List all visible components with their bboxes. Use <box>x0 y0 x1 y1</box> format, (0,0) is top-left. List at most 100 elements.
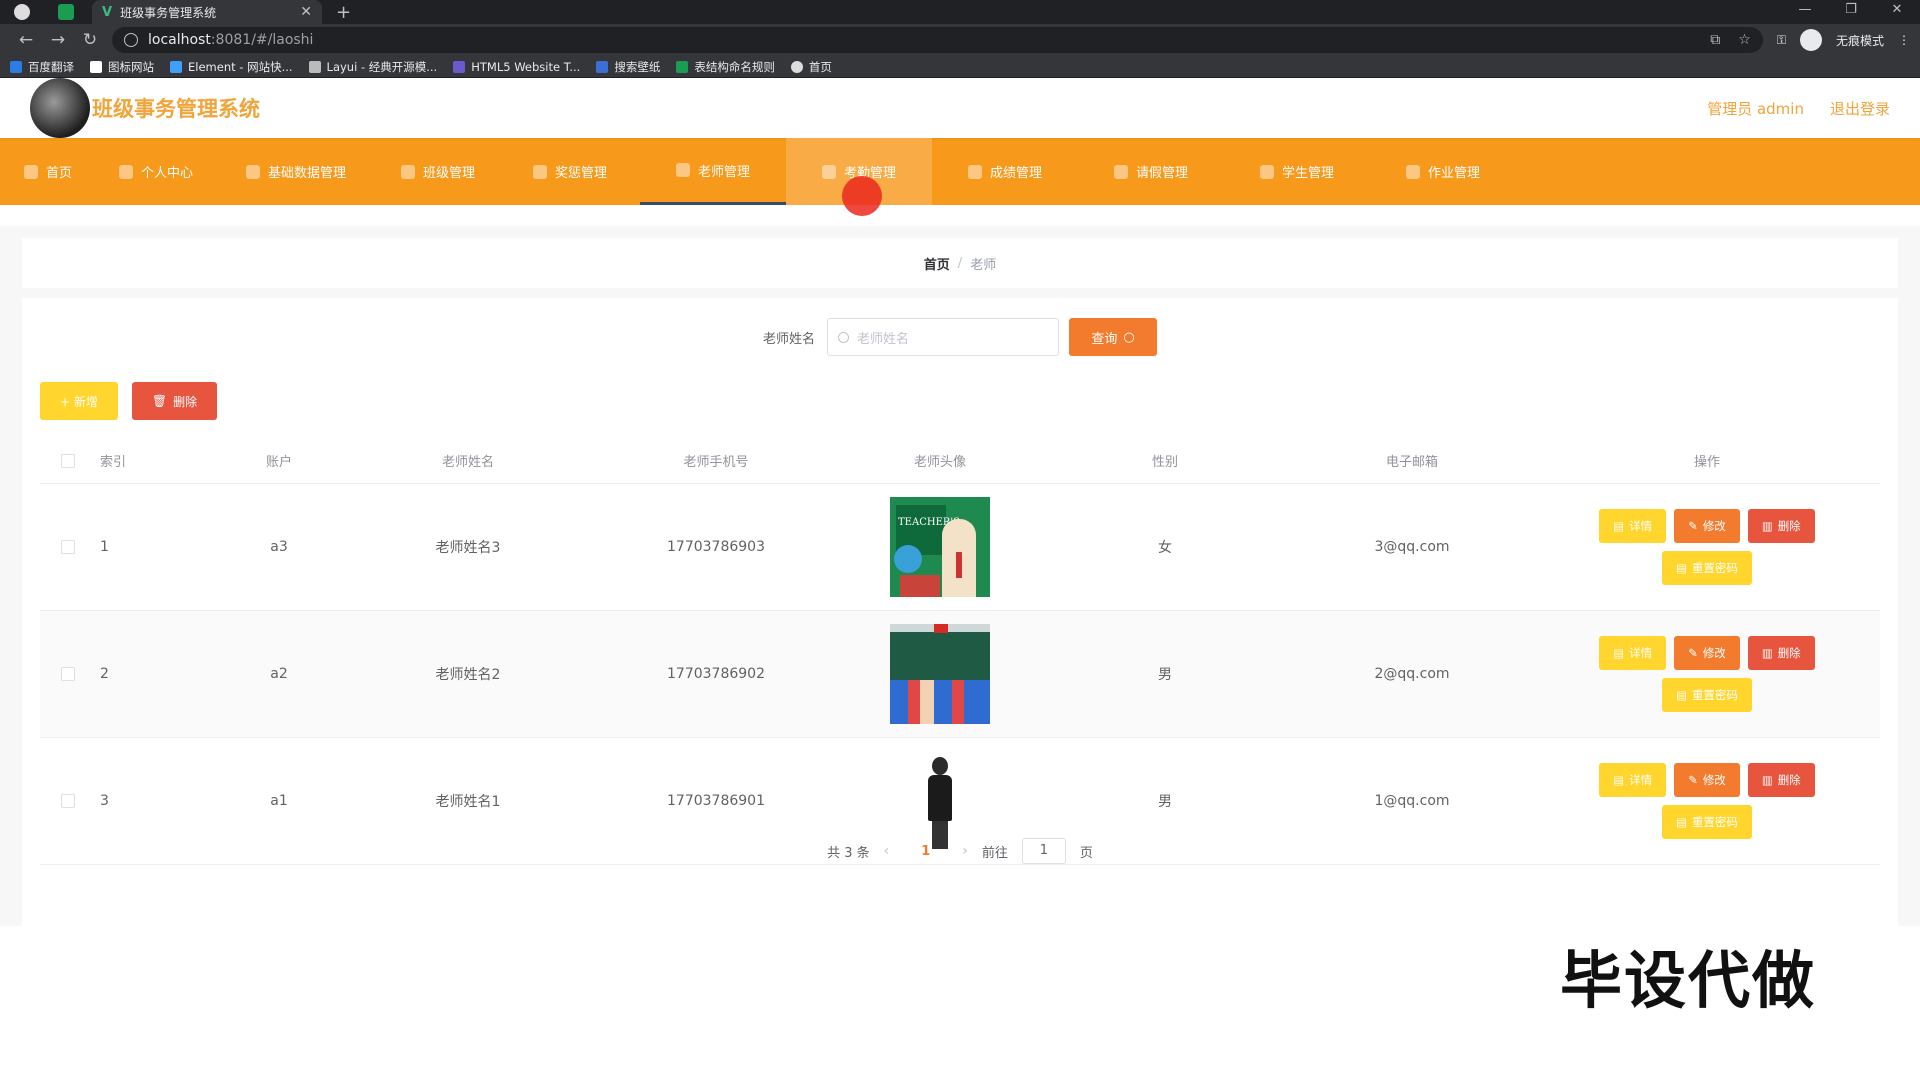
back-icon[interactable]: ← <box>10 30 42 50</box>
detail-button[interactable]: ▤ 详情 <box>1599 763 1667 797</box>
nav-item-home[interactable]: 首页 <box>0 138 96 205</box>
app-logo <box>30 78 90 138</box>
teacher-name-search-input[interactable]: 老师姓名 <box>827 318 1059 356</box>
bar-chart-icon <box>1405 164 1420 179</box>
cell-phone: 17703786901 <box>667 793 765 809</box>
nav-item-leave[interactable]: 请假管理 <box>1078 138 1224 205</box>
row-checkbox[interactable] <box>61 794 75 808</box>
nav-item-basic-data[interactable]: 基础数据管理 <box>216 138 376 205</box>
bookmark-item[interactable]: 首页 <box>790 59 832 75</box>
edit-button[interactable]: ✎ 修改 <box>1674 763 1740 797</box>
mail-icon <box>1113 164 1128 179</box>
document-icon: ▤ <box>1676 561 1687 575</box>
browser-right-controls: ⚿ 无痕模式 ⋮ <box>1777 29 1910 51</box>
tab-close-icon[interactable]: ✕ <box>300 4 312 20</box>
teacher-avatar-image[interactable]: TEACHER'S <box>890 497 990 597</box>
nav-item-profile[interactable]: 个人中心 <box>96 138 216 205</box>
site-info-icon[interactable] <box>124 33 138 47</box>
logout-link[interactable]: 退出登录 <box>1830 98 1890 119</box>
search-placeholder: 老师姓名 <box>857 331 910 347</box>
detail-button[interactable]: ▤ 详情 <box>1599 636 1667 670</box>
edit-icon: ✎ <box>1688 646 1698 660</box>
search-icon: ○ <box>1123 329 1135 345</box>
url-input[interactable]: localhost :8081/#/laoshi ⧉ ☆ <box>112 27 1763 53</box>
nav-item-score[interactable]: 成绩管理 <box>932 138 1078 205</box>
minimize-icon[interactable]: — <box>1782 0 1828 20</box>
detail-button[interactable]: ▤ 详情 <box>1599 509 1667 543</box>
col-header-avatar: 老师头像 <box>913 455 966 470</box>
row-checkbox[interactable] <box>61 540 75 554</box>
nav-item-homework[interactable]: 作业管理 <box>1370 138 1516 205</box>
delete-button[interactable]: ▥ 删除 <box>1747 509 1815 543</box>
tab-title: 班级事务管理系统 <box>120 5 217 20</box>
page-number[interactable]: 1 <box>921 844 930 859</box>
breadcrumb: 首页 / 老师 <box>22 238 1898 288</box>
reset-password-button[interactable]: ▤ 重置密码 <box>1662 551 1752 585</box>
reload-icon[interactable]: ↻ <box>74 30 106 50</box>
nav-item-class[interactable]: 班级管理 <box>376 138 500 205</box>
admin-label: 管理员 admin <box>1707 99 1804 118</box>
browser-app-icon[interactable] <box>14 4 30 20</box>
trash-icon: 🗑 <box>151 394 168 408</box>
bookmark-item[interactable]: HTML5 Website T... <box>453 60 580 74</box>
delete-button[interactable]: ▥ 删除 <box>1747 636 1815 670</box>
reset-password-button[interactable]: ▤ 重置密码 <box>1662 678 1752 712</box>
grid-icon <box>400 164 415 179</box>
pinned-tab-icon[interactable] <box>58 4 74 20</box>
cell-index: 2 <box>100 666 109 682</box>
cursor-click-indicator <box>842 176 882 216</box>
incognito-icon[interactable] <box>1799 29 1822 51</box>
translate-icon[interactable]: ⧉ <box>1710 32 1720 48</box>
batch-delete-button[interactable]: 🗑 删除 <box>131 382 218 420</box>
select-all-checkbox[interactable] <box>61 453 75 468</box>
query-button[interactable]: 查询 ○ <box>1069 318 1157 356</box>
app-title: 班级事务管理系统 <box>92 97 260 121</box>
cell-email: 1@qq.com <box>1374 793 1450 809</box>
forward-icon[interactable]: → <box>42 30 74 50</box>
restore-icon[interactable]: ❐ <box>1828 0 1874 20</box>
col-header-email: 电子邮箱 <box>1385 455 1438 470</box>
bookmark-item[interactable]: Layui - 经典开源模... <box>308 59 437 75</box>
cell-account: a3 <box>270 539 288 555</box>
row-ops: ▤ 详情 ✎ 修改 ▥ 删除 ▤ 重置密码 <box>1534 636 1880 712</box>
document-icon: ▤ <box>1613 773 1625 787</box>
home-icon <box>23 164 38 179</box>
nav-item-teacher[interactable]: 老师管理 <box>640 138 786 205</box>
teacher-avatar-image[interactable] <box>890 751 990 851</box>
page-suffix: 页 <box>1079 845 1093 861</box>
bookmark-item[interactable]: 表结构命名规则 <box>676 59 775 75</box>
cell-gender: 女 <box>1158 540 1172 556</box>
browser-menu-icon[interactable]: ⋮ <box>1898 33 1910 47</box>
close-window-icon[interactable]: ✕ <box>1874 0 1920 20</box>
browser-tab-active[interactable]: V 班级事务管理系统 ✕ <box>92 0 322 24</box>
row-ops: ▤ 详情 ✎ 修改 ▥ 删除 ▤ 重置密码 <box>1534 763 1880 839</box>
bookmark-item[interactable]: 搜索壁纸 <box>596 59 660 75</box>
prev-page-icon[interactable]: ‹ <box>884 843 890 859</box>
action-buttons: + 新增 🗑 删除 <box>40 382 218 420</box>
nav-item-student[interactable]: 学生管理 <box>1224 138 1370 205</box>
edit-button[interactable]: ✎ 修改 <box>1674 636 1740 670</box>
cell-email: 3@qq.com <box>1374 539 1450 555</box>
chart-icon <box>967 164 982 179</box>
new-tab-icon[interactable]: + <box>336 2 351 23</box>
delete-button[interactable]: ▥ 删除 <box>1747 763 1815 797</box>
bookmark-item[interactable]: 图标网站 <box>90 59 154 75</box>
breadcrumb-home[interactable]: 首页 <box>924 254 950 273</box>
nav-item-attendance[interactable]: 考勤管理 <box>786 138 932 216</box>
bookmark-item[interactable]: Element - 网站快... <box>170 59 293 75</box>
breadcrumb-current: 老师 <box>970 257 997 273</box>
nav-item-reward[interactable]: 奖惩管理 <box>500 138 640 205</box>
next-page-icon[interactable]: › <box>962 843 968 859</box>
teacher-avatar-image[interactable] <box>890 624 990 724</box>
add-button[interactable]: + 新增 <box>40 382 118 420</box>
pagination: 共 3 条 ‹ 1 › 前往 1 页 <box>22 838 1898 864</box>
reset-password-button[interactable]: ▤ 重置密码 <box>1662 805 1752 839</box>
bookmark-star-icon[interactable]: ☆ <box>1738 32 1751 48</box>
edit-button[interactable]: ✎ 修改 <box>1674 509 1740 543</box>
key-icon[interactable]: ⚿ <box>1777 33 1786 48</box>
row-checkbox[interactable] <box>61 667 75 681</box>
content-area: 首页 / 老师 老师姓名 老师姓名 查询 ○ + 新增 🗑 删除 索引 账户 老… <box>0 226 1920 930</box>
bookmark-item[interactable]: 百度翻译 <box>10 59 74 75</box>
user-icon <box>118 164 133 179</box>
goto-page-input[interactable]: 1 <box>1021 838 1066 864</box>
